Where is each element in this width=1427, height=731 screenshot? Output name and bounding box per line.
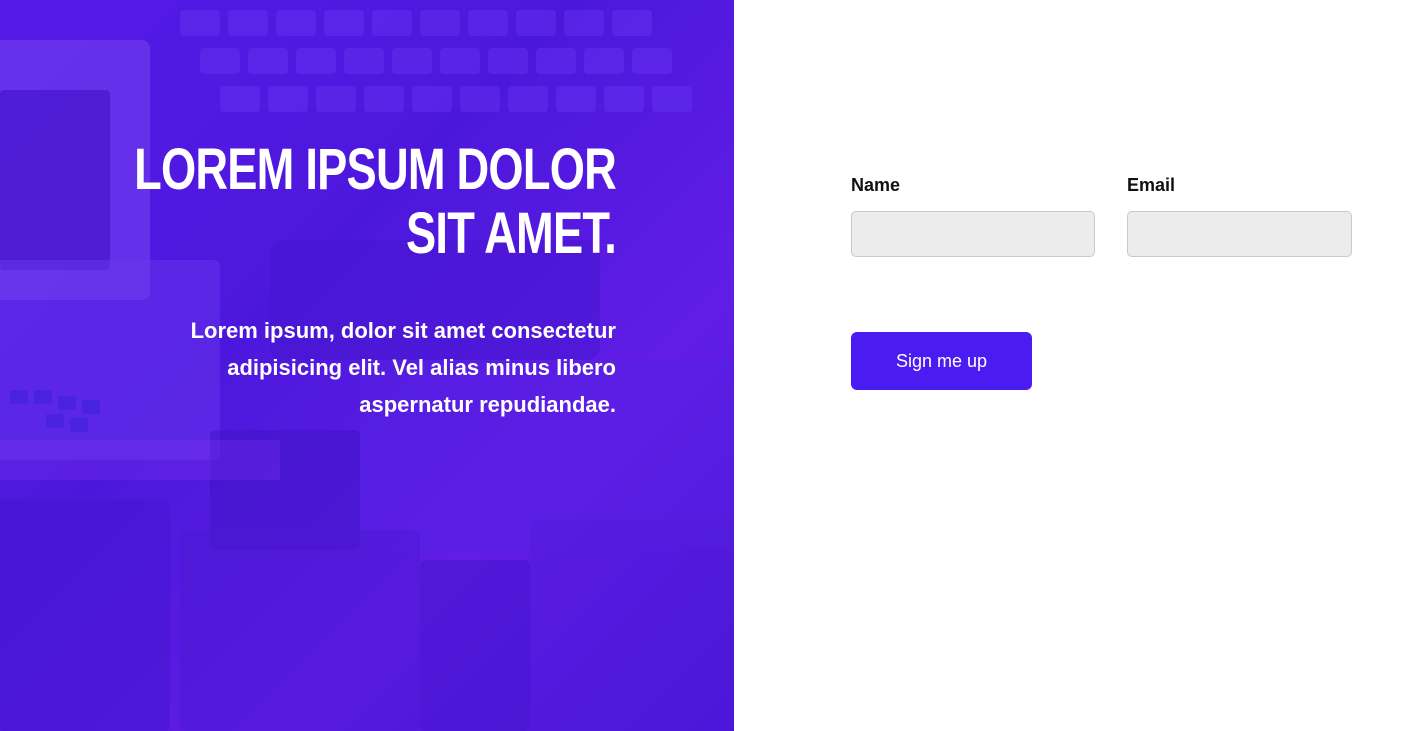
email-label: Email [1127,175,1176,195]
hero-title: LOREM IPSUM DOLOR SIT AMET. [134,137,617,266]
hero-panel: LOREM IPSUM DOLOR SIT AMET. Lorem ipsum,… [0,0,734,731]
sign-up-button[interactable]: Sign me up [851,332,1032,390]
email-input[interactable] [1127,211,1352,257]
name-label: Name [851,175,901,195]
name-input[interactable] [851,211,1095,257]
signup-form-panel: Name Email Sign me up [734,0,1427,731]
hero-description: Lorem ipsum, dolor sit amet consectetur … [190,318,616,417]
hero-content: LOREM IPSUM DOLOR SIT AMET. Lorem ipsum,… [116,137,617,423]
email-field-group: Email [1127,175,1352,257]
signup-page: LOREM IPSUM DOLOR SIT AMET. Lorem ipsum,… [0,0,1427,731]
name-field-group: Name [851,175,1095,257]
